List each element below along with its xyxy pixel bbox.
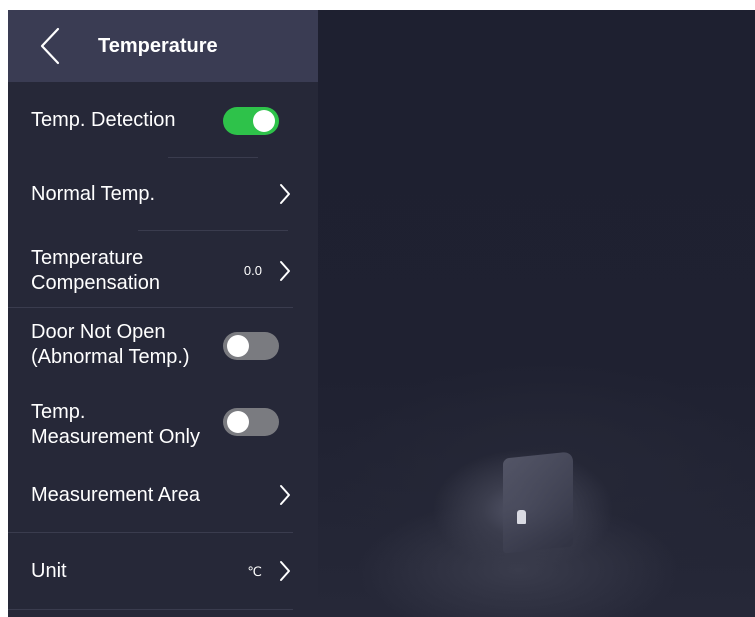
setting-row-unit[interactable]: Unit ℃ <box>8 533 308 609</box>
setting-label: Measurement Area <box>31 484 200 506</box>
setting-label: Temp. Detection <box>31 109 176 131</box>
setting-row-temp-detection: Temp. Detection <box>8 82 308 158</box>
scene-object <box>503 451 573 554</box>
measurement-only-toggle[interactable] <box>223 408 279 436</box>
chevron-right-icon <box>280 184 290 204</box>
temp-detection-toggle[interactable] <box>223 107 279 135</box>
setting-label: Normal Temp. <box>31 183 156 205</box>
setting-value: ℃ <box>247 564 262 579</box>
setting-row-door-not-open: Door Not Open (Abnormal Temp.) <box>8 308 308 386</box>
setting-label: Temp. Measurement Only <box>31 401 200 448</box>
setting-label: Door Not Open (Abnormal Temp.) <box>31 321 190 368</box>
device-screen: Temperature Temp. Detection Normal Temp.… <box>8 10 755 617</box>
toggle-knob <box>227 411 249 433</box>
panel-header: Temperature <box>8 10 318 82</box>
back-button[interactable] <box>36 26 66 66</box>
camera-preview <box>318 10 755 617</box>
scene-highlight <box>517 510 526 524</box>
toggle-knob <box>227 335 249 357</box>
setting-label: Temperature Compensation <box>31 247 160 294</box>
divider <box>8 609 293 610</box>
chevron-right-icon <box>280 561 290 581</box>
setting-value: 0.0 <box>243 263 262 278</box>
setting-row-measurement-only: Temp. Measurement Only <box>8 386 308 466</box>
setting-row-temperature-compensation[interactable]: Temperature Compensation 0.0 <box>8 231 308 307</box>
setting-row-normal-temp[interactable]: Normal Temp. <box>8 158 308 230</box>
setting-row-measurement-area[interactable]: Measurement Area <box>8 466 308 532</box>
chevron-right-icon <box>280 261 290 281</box>
chevron-right-icon <box>280 485 290 505</box>
page-title: Temperature <box>98 35 218 57</box>
chevron-left-icon <box>40 27 60 65</box>
door-not-open-toggle[interactable] <box>223 332 279 360</box>
setting-label: Unit <box>31 560 67 582</box>
settings-panel: Temperature Temp. Detection Normal Temp.… <box>8 10 318 617</box>
toggle-knob <box>253 110 275 132</box>
